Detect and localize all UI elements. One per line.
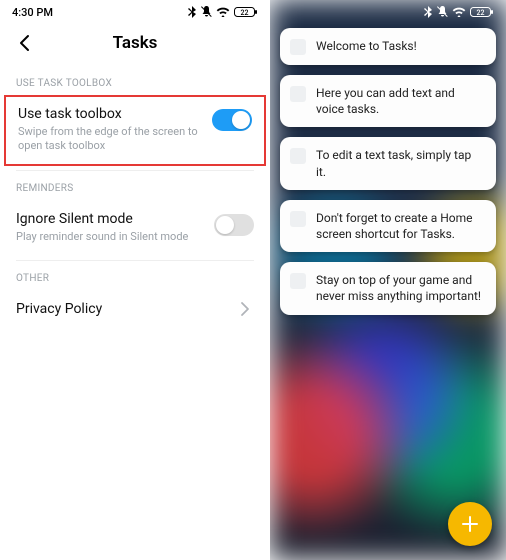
svg-text:22: 22 xyxy=(241,9,249,17)
ignore-silent-mode-row[interactable]: Ignore Silent mode Play reminder sound i… xyxy=(0,200,270,256)
task-checkbox[interactable] xyxy=(290,148,306,164)
task-card[interactable]: Here you can add text and voice tasks. xyxy=(280,75,496,127)
status-time: 4:30 PM xyxy=(12,6,53,19)
task-text: Don't forget to create a Home screen sho… xyxy=(316,210,484,242)
task-checkbox[interactable] xyxy=(290,39,306,55)
chevron-right-icon xyxy=(236,300,254,318)
row-subtitle: Swipe from the edge of the screen to ope… xyxy=(18,125,204,154)
header: Tasks xyxy=(0,24,270,66)
wifi-icon xyxy=(216,7,230,17)
use-task-toolbox-row[interactable]: Use task toolbox Swipe from the edge of … xyxy=(18,105,204,154)
task-text: To edit a text task, simply tap it. xyxy=(316,147,484,179)
bluetooth-icon xyxy=(424,6,433,18)
task-checkbox[interactable] xyxy=(290,211,306,227)
task-text: Stay on top of your game and never miss … xyxy=(316,272,484,304)
task-card[interactable]: Don't forget to create a Home screen sho… xyxy=(280,200,496,252)
svg-text:22: 22 xyxy=(477,9,485,17)
status-icons: 22 xyxy=(188,6,258,18)
status-icons: 22 xyxy=(424,6,494,18)
row-title: Ignore Silent mode xyxy=(16,210,206,228)
row-subtitle: Play reminder sound in Silent mode xyxy=(16,230,206,244)
task-card[interactable]: Welcome to Tasks! xyxy=(280,28,496,65)
privacy-policy-row[interactable]: Privacy Policy xyxy=(0,290,270,330)
row-title: Use task toolbox xyxy=(18,105,204,123)
wifi-icon xyxy=(452,7,466,17)
plus-icon xyxy=(460,514,480,534)
right-status-bar: . 22 xyxy=(270,0,506,24)
task-list: Welcome to Tasks! Here you can add text … xyxy=(270,0,506,560)
silent-icon xyxy=(437,6,448,18)
task-text: Welcome to Tasks! xyxy=(316,38,417,54)
add-task-button[interactable] xyxy=(448,502,492,546)
silent-icon xyxy=(201,6,212,18)
battery-icon: 22 xyxy=(234,6,258,18)
section-label-toolbox: USE TASK TOOLBOX xyxy=(0,66,270,95)
settings-screen: 4:30 PM 22 Tasks USE TASK TOOLBOX Use ta… xyxy=(0,0,270,560)
bluetooth-icon xyxy=(188,6,197,18)
task-text: Here you can add text and voice tasks. xyxy=(316,85,484,117)
section-label-reminders: REMINDERS xyxy=(0,171,270,200)
task-checkbox[interactable] xyxy=(290,86,306,102)
task-card[interactable]: Stay on top of your game and never miss … xyxy=(280,262,496,314)
page-title: Tasks xyxy=(14,33,256,53)
tasks-screen: . 22 Welcome to Tasks! Here you can add … xyxy=(270,0,506,560)
ignore-silent-mode-toggle[interactable] xyxy=(214,214,254,236)
section-label-other: OTHER xyxy=(0,261,270,290)
battery-icon: 22 xyxy=(470,6,494,18)
left-status-bar: 4:30 PM 22 xyxy=(0,0,270,24)
task-card[interactable]: To edit a text task, simply tap it. xyxy=(280,137,496,189)
highlight-box: Use task toolbox Swipe from the edge of … xyxy=(4,95,266,166)
row-title: Privacy Policy xyxy=(16,300,236,318)
use-task-toolbox-toggle[interactable] xyxy=(212,109,252,131)
task-checkbox[interactable] xyxy=(290,273,306,289)
